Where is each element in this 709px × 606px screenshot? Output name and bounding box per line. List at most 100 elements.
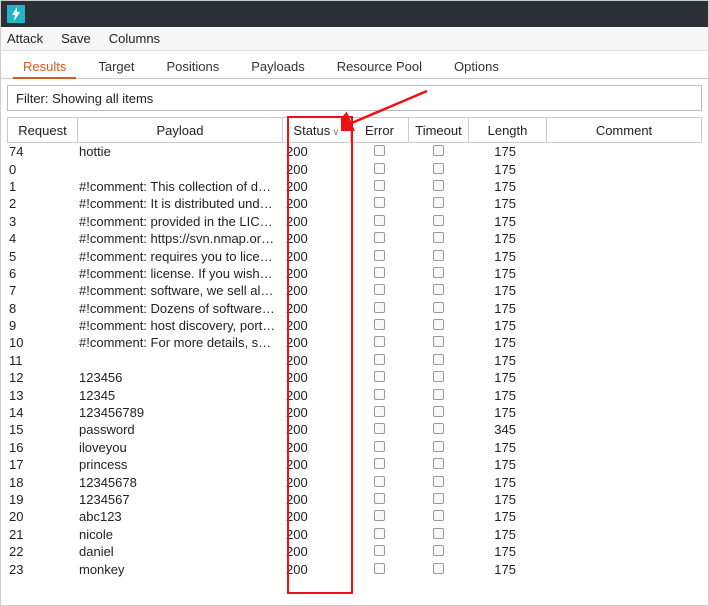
col-header-comment[interactable]: Comment	[546, 117, 702, 143]
col-header-timeout[interactable]: Timeout	[408, 117, 468, 143]
checkbox-icon[interactable]	[374, 371, 385, 382]
col-header-request[interactable]: Request	[7, 117, 77, 143]
table-row[interactable]: 7#!comment: software, we sell al…200175	[7, 282, 702, 299]
checkbox-icon[interactable]	[374, 563, 385, 574]
cell-comment[interactable]	[546, 473, 702, 490]
cell-comment[interactable]	[546, 526, 702, 543]
cell-comment[interactable]	[546, 439, 702, 456]
cell-comment[interactable]	[546, 491, 702, 508]
col-header-status[interactable]: Status∨	[282, 117, 350, 143]
checkbox-icon[interactable]	[433, 354, 444, 365]
checkbox-icon[interactable]	[374, 267, 385, 278]
table-row[interactable]: 9#!comment: host discovery, port…200175	[7, 317, 702, 334]
checkbox-icon[interactable]	[374, 302, 385, 313]
cell-comment[interactable]	[546, 265, 702, 282]
checkbox-icon[interactable]	[433, 371, 444, 382]
cell-comment[interactable]	[546, 195, 702, 212]
checkbox-icon[interactable]	[374, 476, 385, 487]
cell-comment[interactable]	[546, 386, 702, 403]
table-row[interactable]: 5#!comment: requires you to lice…200175	[7, 247, 702, 264]
cell-comment[interactable]	[546, 508, 702, 525]
table-row[interactable]: 1812345678200175	[7, 473, 702, 490]
checkbox-icon[interactable]	[433, 493, 444, 504]
tab-payloads[interactable]: Payloads	[235, 54, 320, 78]
checkbox-icon[interactable]	[433, 563, 444, 574]
menu-attack[interactable]: Attack	[7, 31, 43, 46]
checkbox-icon[interactable]	[433, 284, 444, 295]
checkbox-icon[interactable]	[374, 284, 385, 295]
cell-comment[interactable]	[546, 543, 702, 560]
checkbox-icon[interactable]	[433, 476, 444, 487]
table-row[interactable]: 2#!comment: It is distributed und…200175	[7, 195, 702, 212]
checkbox-icon[interactable]	[433, 423, 444, 434]
checkbox-icon[interactable]	[374, 354, 385, 365]
checkbox-icon[interactable]	[433, 267, 444, 278]
table-row[interactable]: 21nicole200175	[7, 526, 702, 543]
filter-box[interactable]: Filter: Showing all items	[7, 85, 702, 111]
cell-comment[interactable]	[546, 317, 702, 334]
checkbox-icon[interactable]	[433, 389, 444, 400]
tab-resource-pool[interactable]: Resource Pool	[321, 54, 438, 78]
checkbox-icon[interactable]	[433, 510, 444, 521]
checkbox-icon[interactable]	[433, 441, 444, 452]
table-row[interactable]: 10#!comment: For more details, s…200175	[7, 334, 702, 351]
tab-target[interactable]: Target	[82, 54, 150, 78]
cell-comment[interactable]	[546, 300, 702, 317]
cell-comment[interactable]	[546, 334, 702, 351]
col-header-payload[interactable]: Payload	[77, 117, 282, 143]
checkbox-icon[interactable]	[374, 180, 385, 191]
table-row[interactable]: 191234567200175	[7, 491, 702, 508]
table-row[interactable]: 0200175	[7, 160, 702, 177]
cell-comment[interactable]	[546, 230, 702, 247]
checkbox-icon[interactable]	[374, 545, 385, 556]
table-row[interactable]: 14123456789200175	[7, 404, 702, 421]
checkbox-icon[interactable]	[433, 406, 444, 417]
table-row[interactable]: 20abc123200175	[7, 508, 702, 525]
checkbox-icon[interactable]	[433, 458, 444, 469]
cell-comment[interactable]	[546, 160, 702, 177]
tab-positions[interactable]: Positions	[151, 54, 236, 78]
cell-comment[interactable]	[546, 404, 702, 421]
checkbox-icon[interactable]	[374, 145, 385, 156]
checkbox-icon[interactable]	[374, 250, 385, 261]
tab-options[interactable]: Options	[438, 54, 515, 78]
table-row[interactable]: 1#!comment: This collection of d…200175	[7, 178, 702, 195]
table-row[interactable]: 6#!comment: license. If you wish …200175	[7, 265, 702, 282]
checkbox-icon[interactable]	[374, 406, 385, 417]
cell-comment[interactable]	[546, 213, 702, 230]
cell-comment[interactable]	[546, 352, 702, 369]
cell-comment[interactable]	[546, 369, 702, 386]
checkbox-icon[interactable]	[374, 423, 385, 434]
table-row[interactable]: 8#!comment: Dozens of software…200175	[7, 300, 702, 317]
checkbox-icon[interactable]	[374, 458, 385, 469]
tab-results[interactable]: Results	[7, 54, 82, 78]
table-row[interactable]: 74hottie200175	[7, 143, 702, 160]
checkbox-icon[interactable]	[433, 528, 444, 539]
col-header-length[interactable]: Length	[468, 117, 546, 143]
table-row[interactable]: 4#!comment: https://svn.nmap.or…200175	[7, 230, 702, 247]
cell-comment[interactable]	[546, 560, 702, 577]
checkbox-icon[interactable]	[374, 232, 385, 243]
checkbox-icon[interactable]	[433, 319, 444, 330]
checkbox-icon[interactable]	[433, 163, 444, 174]
table-row[interactable]: 1312345200175	[7, 386, 702, 403]
table-row[interactable]: 17princess200175	[7, 456, 702, 473]
menu-columns[interactable]: Columns	[109, 31, 160, 46]
cell-comment[interactable]	[546, 247, 702, 264]
col-header-error[interactable]: Error	[350, 117, 408, 143]
table-row[interactable]: 3#!comment: provided in the LIC…200175	[7, 213, 702, 230]
cell-comment[interactable]	[546, 178, 702, 195]
checkbox-icon[interactable]	[374, 197, 385, 208]
checkbox-icon[interactable]	[374, 215, 385, 226]
checkbox-icon[interactable]	[374, 336, 385, 347]
cell-comment[interactable]	[546, 456, 702, 473]
cell-comment[interactable]	[546, 143, 702, 160]
cell-comment[interactable]	[546, 282, 702, 299]
checkbox-icon[interactable]	[433, 232, 444, 243]
table-row[interactable]: 23monkey200175	[7, 560, 702, 577]
checkbox-icon[interactable]	[433, 545, 444, 556]
table-row[interactable]: 12123456200175	[7, 369, 702, 386]
checkbox-icon[interactable]	[374, 510, 385, 521]
checkbox-icon[interactable]	[433, 215, 444, 226]
checkbox-icon[interactable]	[433, 302, 444, 313]
